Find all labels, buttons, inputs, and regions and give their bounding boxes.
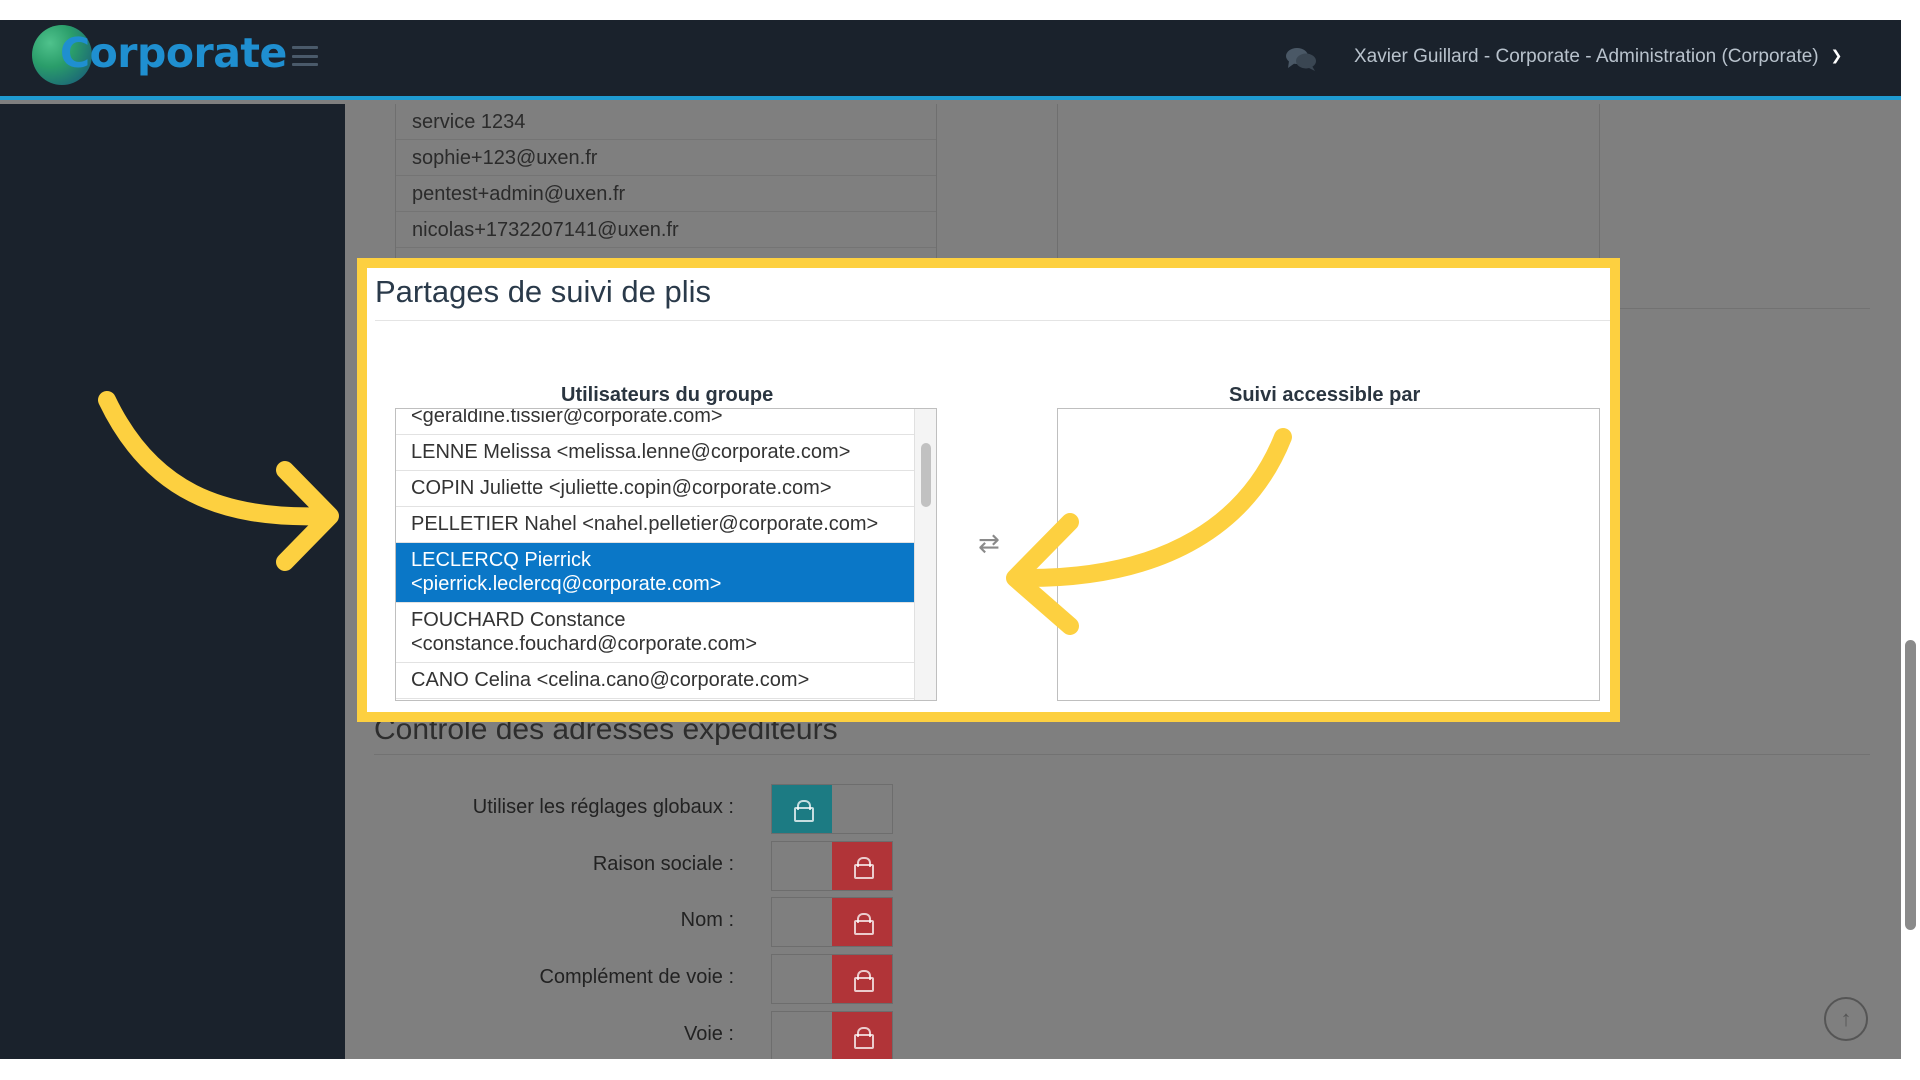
arrow-up-icon: ↑ (1840, 1006, 1852, 1031)
logo[interactable]: Corporate (32, 25, 287, 87)
field-label: Raison sociale : (592, 853, 734, 875)
sidebar (0, 104, 345, 1059)
logo-text: Corporate (60, 29, 287, 77)
lock-toggle[interactable] (771, 897, 893, 947)
field-label: Voie : (683, 1023, 734, 1045)
divider (375, 320, 1610, 321)
user-label: Xavier Guillard - Corporate - Administra… (1354, 46, 1819, 67)
page-scrollbar-thumb[interactable] (1905, 640, 1916, 930)
group-users-list[interactable]: <geraldine.tissier@corporate.com> LENNE … (395, 408, 937, 701)
sharing-panel: Partages de suivi de plis Utilisateurs d… (357, 258, 1620, 722)
access-list[interactable] (1057, 408, 1600, 701)
field-label: Nom : (680, 909, 734, 931)
transfer-icon[interactable]: ⇄ (978, 528, 1000, 559)
chevron-down-icon: ❯ (1830, 47, 1843, 63)
list-item[interactable]: <geraldine.tissier@corporate.com> (396, 409, 914, 435)
field-label: Utiliser les réglages globaux : (472, 796, 734, 818)
list-item[interactable]: COPIN Juliette <juliette.copin@corporate… (396, 471, 914, 507)
section-title-sharing: Partages de suivi de plis (375, 274, 712, 309)
lock-icon (854, 913, 874, 935)
form-row-address-complement: Complément de voie : (374, 954, 894, 1004)
lock-toggle[interactable] (771, 841, 893, 891)
form-row-company-name: Raison sociale : (374, 841, 894, 891)
list-item[interactable]: sophie+123@uxen.fr (396, 140, 936, 176)
list-item[interactable]: FOUCHARD Constance <constance.fouchard@c… (396, 603, 914, 663)
list-item[interactable]: PELLETIER Nahel <nahel.pelletier@corpora… (396, 507, 914, 543)
access-label: Suivi accessible par (1229, 384, 1421, 406)
list-item[interactable]: service 1234 (396, 104, 936, 140)
lock-toggle[interactable] (771, 784, 893, 834)
lock-icon (854, 1027, 874, 1049)
list-item[interactable]: pentest+admin@uxen.fr (396, 176, 936, 212)
scroll-to-top-button[interactable]: ↑ (1824, 997, 1868, 1041)
form-row-name: Nom : (374, 897, 894, 947)
group-users-label: Utilisateurs du groupe (561, 384, 774, 406)
list-scrollbar[interactable] (914, 409, 936, 700)
list-item[interactable]: nicolas+1732207141@uxen.fr (396, 212, 936, 248)
list-item[interactable]: CANO Celina <celina.cano@corporate.com> (396, 663, 914, 699)
lock-icon (854, 970, 874, 992)
field-label: Complément de voie : (539, 966, 734, 988)
top-navbar: Corporate Xavier Guillard - Corporate - … (0, 20, 1901, 100)
form-row-street: Voie : (374, 1011, 894, 1059)
list-item-selected[interactable]: LECLERCQ Pierrick <pierrick.leclercq@cor… (396, 543, 914, 603)
list-scrollbar-thumb[interactable] (921, 443, 931, 507)
list-item[interactable]: LENNE Melissa <melissa.lenne@corporate.c… (396, 435, 914, 471)
lock-icon (794, 800, 814, 822)
user-menu[interactable]: Xavier Guillard - Corporate - Administra… (1354, 46, 1842, 68)
top-right-box (1057, 104, 1600, 278)
lock-icon (854, 857, 874, 879)
form-row-global-settings: Utiliser les réglages globaux : (374, 784, 894, 834)
divider (374, 754, 1870, 755)
lock-toggle[interactable] (771, 954, 893, 1004)
chat-icon[interactable] (1285, 46, 1317, 72)
top-list: service 1234 sophie+123@uxen.fr pentest+… (395, 104, 937, 278)
lock-toggle[interactable] (771, 1011, 893, 1059)
hamburger-menu-icon[interactable] (292, 46, 318, 66)
